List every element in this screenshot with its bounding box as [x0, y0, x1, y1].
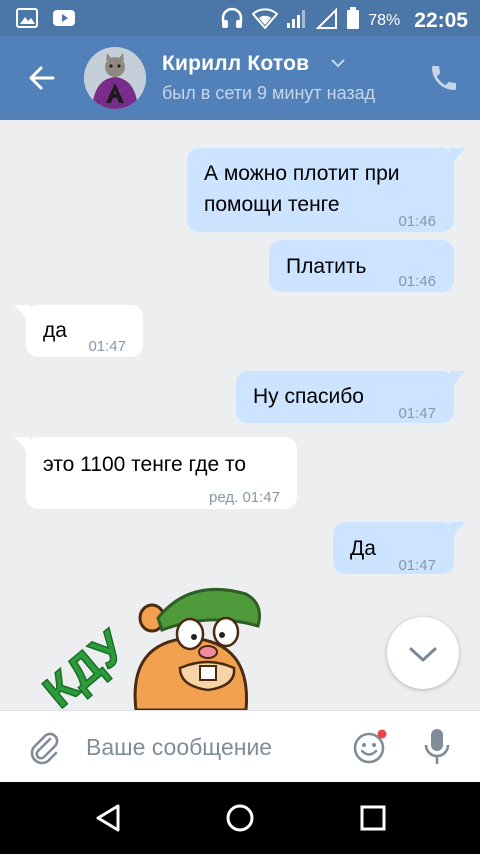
phone-icon[interactable]	[428, 62, 460, 94]
message-text: Да	[350, 537, 376, 560]
incoming-message[interactable]: да 01:47	[14, 305, 143, 357]
message-composer	[0, 710, 480, 782]
clock: 22:05	[414, 8, 468, 32]
chevron-down-icon	[409, 647, 437, 662]
message-input[interactable]	[86, 729, 336, 765]
bubble-tail	[450, 371, 466, 389]
bubble-tail	[14, 437, 30, 455]
wifi-icon	[251, 7, 279, 34]
system-navigation-bar	[0, 782, 480, 854]
signal-icon	[286, 7, 308, 34]
nav-recents-icon[interactable]	[355, 800, 391, 836]
nav-home-icon[interactable]	[222, 800, 258, 836]
outgoing-message[interactable]: Да 01:47	[333, 522, 466, 574]
bubble-tail	[450, 522, 466, 540]
sticker-caption: КДУ	[40, 619, 136, 710]
hamster-sticker-icon[interactable]: КДУ	[32, 582, 280, 710]
incoming-message[interactable]: это 1100 тенге где то ред. 01:47	[14, 437, 297, 509]
bubble-tail	[450, 148, 466, 166]
chat-header: Кирилл Котов был в сети 9 минут назад	[0, 36, 480, 120]
youtube-icon	[52, 8, 76, 33]
back-arrow-icon[interactable]	[24, 60, 60, 96]
message-time: 01:46	[398, 213, 436, 230]
battery-icon	[346, 6, 360, 35]
scroll-down-button[interactable]	[387, 617, 459, 689]
contact-name[interactable]: Кирилл Котов	[162, 52, 309, 76]
message-time: 01:46	[398, 273, 436, 290]
message-text: помощи тенге	[204, 193, 340, 216]
message-time: ред. 01:47	[209, 489, 280, 506]
message-list[interactable]: А можно плотит при помощи тенге 01:46 Пл…	[0, 120, 480, 710]
emoji-icon[interactable]	[352, 729, 388, 765]
microphone-icon[interactable]	[422, 727, 452, 767]
headphones-icon	[220, 6, 244, 35]
message-text: да	[43, 319, 67, 342]
outgoing-message[interactable]: Ну спасибо 01:47	[236, 371, 466, 423]
message-text: это 1100 тенге где то	[43, 453, 247, 476]
message-text: А можно плотит при	[204, 162, 400, 185]
status-bar: 78% 22:05	[0, 0, 480, 36]
last-seen-status: был в сети 9 минут назад	[162, 83, 376, 103]
message-text: Платить	[286, 255, 367, 278]
message-time: 01:47	[398, 405, 436, 422]
dropdown-chevron-icon[interactable]	[330, 56, 346, 74]
signal-empty-icon	[315, 7, 338, 34]
gallery-icon	[16, 8, 38, 33]
outgoing-message[interactable]: Платить 01:46	[269, 240, 454, 292]
message-time: 01:47	[398, 557, 436, 574]
paperclip-icon[interactable]	[26, 729, 62, 765]
message-time: 01:47	[88, 338, 126, 355]
outgoing-message[interactable]: А можно плотит при помощи тенге 01:46	[187, 148, 466, 232]
avatar[interactable]	[84, 47, 146, 109]
message-text: Ну спасибо	[253, 385, 364, 408]
battery-percent: 78%	[368, 11, 401, 29]
nav-back-icon[interactable]	[90, 800, 126, 836]
bubble-tail	[14, 305, 30, 323]
